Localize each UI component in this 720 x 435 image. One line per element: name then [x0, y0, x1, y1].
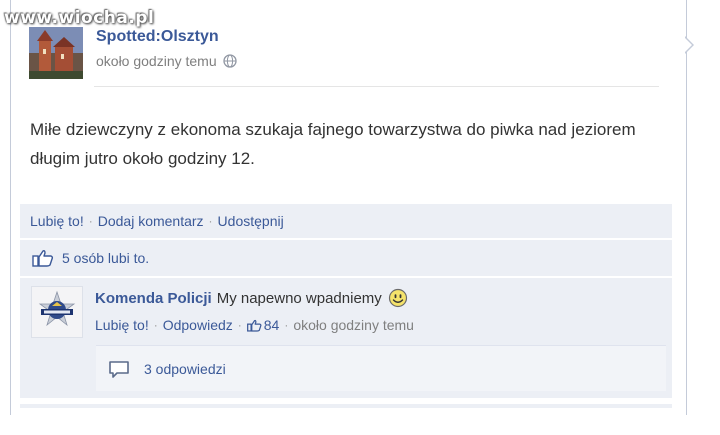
separator: ·	[88, 214, 93, 228]
globe-icon[interactable]	[222, 54, 237, 68]
separator: ·	[237, 318, 242, 332]
smiley-icon	[388, 288, 408, 308]
reply-link[interactable]: Odpowiedz	[163, 317, 233, 333]
comment-actions: Lubię to! · Odpowiedz · 84 · około godzi…	[95, 317, 414, 333]
comment-input-edge	[20, 404, 672, 408]
replies-toggle[interactable]: 3 odpowiedzi	[96, 345, 666, 391]
likes-summary: 5 osób lubi to.	[20, 240, 672, 276]
comment-timestamp: około godziny temu	[293, 317, 414, 333]
post-timestamp[interactable]: około godziny temu	[96, 53, 217, 69]
comment: Komenda Policji My napewno wpadniemy Lub…	[20, 278, 672, 398]
reply-bubble-icon	[108, 360, 130, 378]
comment-author-link[interactable]: Komenda Policji	[95, 290, 212, 307]
page-avatar[interactable]	[29, 27, 83, 79]
replies-count-link[interactable]: 3 odpowiedzi	[144, 361, 226, 377]
add-comment-link[interactable]: Dodaj komentarz	[98, 213, 204, 229]
comment-like-count[interactable]: 84	[264, 317, 280, 333]
header-divider	[94, 86, 659, 87]
card-pointer	[684, 36, 694, 54]
separator: ·	[208, 214, 213, 228]
post-meta: około godziny temu	[96, 53, 237, 69]
likes-count-link[interactable]: 5 osób lubi to.	[62, 250, 149, 266]
thumbs-up-icon	[32, 249, 54, 267]
share-link[interactable]: Udostępnij	[218, 213, 284, 229]
thumbs-up-icon	[246, 319, 262, 332]
castle-photo-icon	[29, 27, 83, 79]
commenter-avatar[interactable]	[31, 286, 83, 338]
separator: ·	[284, 318, 289, 332]
like-link[interactable]: Lubię to!	[30, 213, 84, 229]
comment-like-link[interactable]: Lubię to!	[95, 317, 149, 333]
separator: ·	[153, 318, 158, 332]
post-actions-bar: Lubię to! · Dodaj komentarz · Udostępnij	[20, 204, 672, 238]
watermark: www.wiocha.pl	[4, 8, 155, 28]
comment-body: Komenda Policji My napewno wpadniemy	[95, 288, 408, 308]
post-text: Miłe dziewczyny z ekonoma szukaja fajneg…	[30, 120, 636, 168]
page-name-link[interactable]: Spotted:Olsztyn	[96, 28, 219, 46]
comment-text: My napewno wpadniemy	[216, 289, 382, 307]
police-badge-icon	[38, 290, 76, 327]
